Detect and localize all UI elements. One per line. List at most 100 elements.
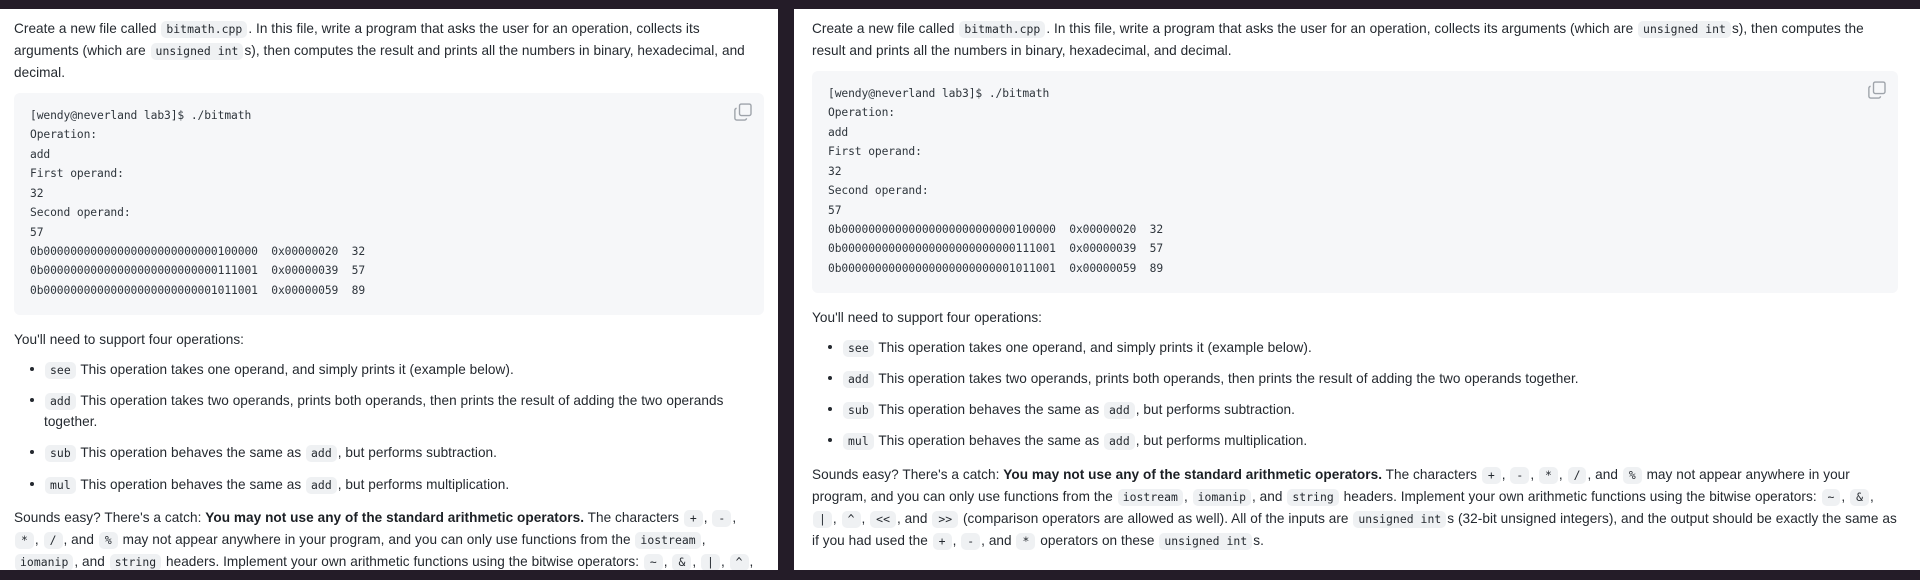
terminal-code-block: [wendy@neverland lab3]$ ./bitmath Operat… xyxy=(812,71,1898,294)
banned-op-percent: % xyxy=(98,531,118,549)
catch-after-headers: headers. Implement your own arithmetic f… xyxy=(1343,488,1817,504)
window-chrome-bottom xyxy=(0,570,1920,580)
op-desc-see: This operation takes one operand, and si… xyxy=(80,362,514,378)
used-op-minus: - xyxy=(961,532,981,550)
catch-after-bitwise: (comparison operators are allowed as wel… xyxy=(962,510,1349,526)
op-chip-mul: mul xyxy=(843,433,874,451)
op-chip-add: add xyxy=(45,393,76,411)
unsigned-int-chip-3: unsigned int xyxy=(1159,532,1253,550)
operations-list: see This operation takes one operand, an… xyxy=(14,359,764,494)
banned-op-plus: + xyxy=(1481,466,1501,484)
catch-paragraph: Sounds easy? There's a catch: You may no… xyxy=(812,466,1897,550)
catch-chars-label: The characters xyxy=(587,509,679,525)
intro-text-part2: . In this file, write a program that ask… xyxy=(1046,21,1634,36)
list-item: add This operation takes two operands, p… xyxy=(30,390,764,432)
list-item: mul This operation behaves the same as a… xyxy=(30,474,764,495)
op-chip-see: see xyxy=(45,362,76,380)
header-chip-string: string xyxy=(1287,488,1339,506)
op-ref-chip-add-mul: add xyxy=(306,476,337,494)
bitwise-op-or: | xyxy=(813,510,832,528)
catch-tail: s. xyxy=(1253,532,1264,548)
catch-chars-label: The characters xyxy=(1385,466,1477,482)
copy-icon[interactable] xyxy=(1867,80,1887,100)
list-item: see This operation takes one operand, an… xyxy=(828,337,1898,358)
banned-op-slash: / xyxy=(1567,466,1587,484)
screenshot-root: Create a new file called bitmath.cpp . In… xyxy=(0,0,1920,580)
op-desc-add: This operation takes two operands, print… xyxy=(878,371,1579,387)
catch-and-3: and xyxy=(904,510,928,526)
used-op-star: * xyxy=(1016,532,1036,550)
bitwise-op-and: & xyxy=(672,553,692,571)
op-chip-add: add xyxy=(843,371,874,389)
header-chip-iomanip: iomanip xyxy=(15,553,74,571)
op-desc-sub-before: This operation behaves the same as xyxy=(878,402,1100,418)
catch-after-ops: may not appear anywhere in your program,… xyxy=(122,531,631,547)
list-item: sub This operation behaves the same as a… xyxy=(828,399,1898,420)
op-chip-sub: sub xyxy=(45,445,76,463)
op-ref-chip-add-sub: add xyxy=(306,445,337,463)
list-item: mul This operation behaves the same as a… xyxy=(828,430,1898,451)
catch-after-headers: headers. Implement your own arithmetic f… xyxy=(165,553,640,569)
bitwise-op-xor: ^ xyxy=(841,510,861,528)
op-desc-sub-after: , but performs subtraction. xyxy=(337,445,497,461)
assignment-content-left: Create a new file called bitmath.cpp. In… xyxy=(14,18,764,580)
header-chip-string: string xyxy=(109,553,162,571)
operations-list: see This operation takes one operand, an… xyxy=(812,337,1898,451)
catch-lead: Sounds easy? There's a catch: xyxy=(812,466,1000,482)
op-ref-chip-add-mul: add xyxy=(1104,433,1135,451)
intro-text-part1: Create a new file called xyxy=(812,21,955,36)
catch-and-1: and xyxy=(1595,466,1618,482)
bitwise-op-and: & xyxy=(1850,488,1869,506)
list-item: add This operation takes two operands, p… xyxy=(828,368,1898,389)
op-ref-chip-add-sub: add xyxy=(1104,402,1135,420)
unsigned-int-chip-2: unsigned int xyxy=(1353,510,1447,528)
op-desc-sub-before: This operation behaves the same as xyxy=(80,445,302,461)
banned-op-minus: - xyxy=(712,509,732,527)
bitwise-op-xor: ^ xyxy=(729,553,749,571)
operations-heading: You'll need to support four operations: xyxy=(812,310,1043,326)
op-chip-see: see xyxy=(843,340,874,358)
catch-bold: You may not use any of the standard arit… xyxy=(205,509,585,525)
op-desc-sub-after: , but performs subtraction. xyxy=(1135,402,1295,418)
bitwise-op-rshift: >> xyxy=(932,510,959,528)
header-chip-iostream: iostream xyxy=(1117,488,1183,506)
terminal-code-block: [wendy@neverland lab3]$ ./bitmath Operat… xyxy=(14,93,764,316)
header-chip-iomanip: iomanip xyxy=(1192,488,1251,506)
assignment-content-right: Create a new file called bitmath.cpp. In… xyxy=(812,18,1898,552)
op-desc-mul-before: This operation behaves the same as xyxy=(80,476,302,492)
list-item: sub This operation behaves the same as a… xyxy=(30,442,764,463)
filename-chip: bitmath.cpp xyxy=(161,21,248,38)
banned-op-star: * xyxy=(15,531,34,549)
operations-heading: You'll need to support four operations: xyxy=(14,332,245,348)
window-chrome-top xyxy=(0,0,1920,9)
op-desc-add: This operation takes two operands, print… xyxy=(44,393,724,430)
banned-op-star: * xyxy=(1538,466,1558,484)
catch-and-2: and xyxy=(82,553,105,569)
op-chip-sub: sub xyxy=(843,402,874,420)
terminal-output: [wendy@neverland lab3]$ ./bitmath Operat… xyxy=(828,87,1164,275)
catch-bold: You may not use any of the standard arit… xyxy=(1003,466,1383,482)
bitwise-op-or: | xyxy=(701,553,720,571)
catch-lead: Sounds easy? There's a catch: xyxy=(14,509,202,525)
intro-paragraph: Create a new file called bitmath.cpp. In… xyxy=(812,18,1898,62)
unsigned-int-chip: unsigned int xyxy=(1638,21,1731,38)
op-desc-mul-before: This operation behaves the same as xyxy=(878,433,1100,449)
unsigned-int-chip: unsigned int xyxy=(150,43,244,61)
bitwise-op-not: ~ xyxy=(1821,488,1841,506)
list-item: see This operation takes one operand, an… xyxy=(30,359,764,380)
op-desc-mul-after: , but performs multiplication. xyxy=(1135,433,1308,449)
intro-text-part1: Create a new file called xyxy=(14,21,157,36)
pane-left: Create a new file called bitmath.cpp. In… xyxy=(0,0,778,580)
used-op-plus: + xyxy=(932,532,952,550)
catch-after-used: operators on these xyxy=(1040,532,1155,548)
catch-and-2: and xyxy=(1259,488,1283,504)
copy-icon[interactable] xyxy=(733,102,753,122)
catch-and-1: and xyxy=(71,531,94,547)
pane-divider xyxy=(778,0,794,580)
bitwise-op-lshift: << xyxy=(870,510,896,528)
catch-paragraph: Sounds easy? There's a catch: You may no… xyxy=(14,507,764,580)
op-chip-mul: mul xyxy=(45,476,76,494)
op-desc-mul-after: , but performs multiplication. xyxy=(337,476,510,492)
banned-op-percent: % xyxy=(1622,466,1642,484)
banned-op-minus: - xyxy=(1510,466,1530,484)
